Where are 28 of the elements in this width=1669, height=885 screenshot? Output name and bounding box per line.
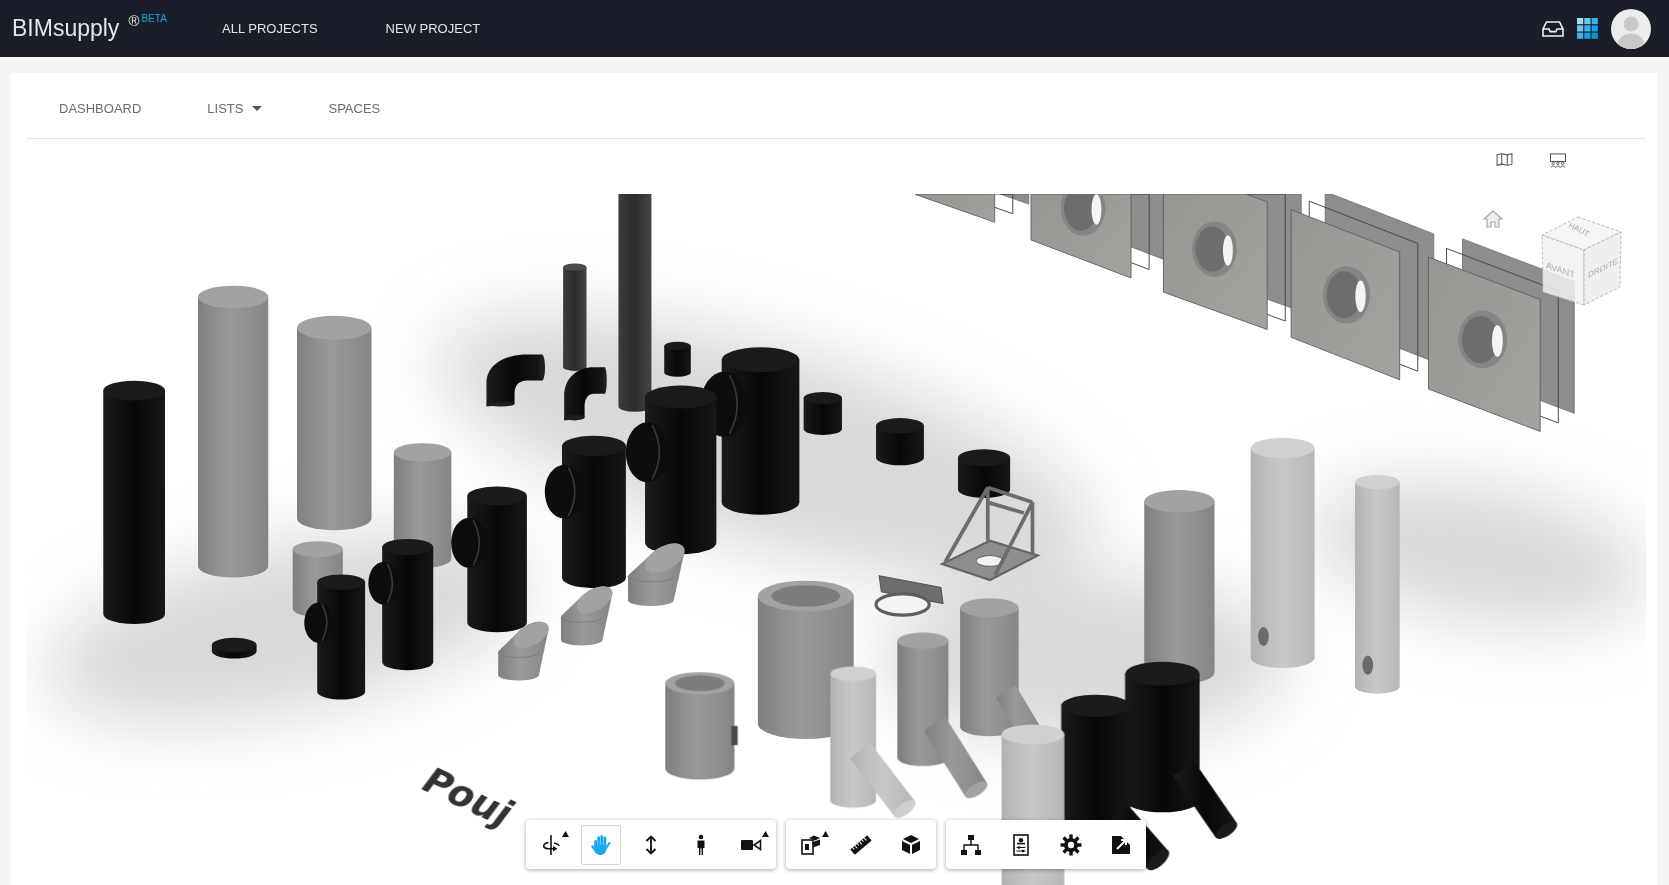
pan-button[interactable] <box>581 824 621 865</box>
cube-icon <box>899 832 923 857</box>
board-people-icon[interactable] <box>1549 153 1567 168</box>
user-avatar-icon[interactable] <box>1611 8 1651 49</box>
pipe-cap-model <box>803 391 842 436</box>
elbow-model <box>560 586 613 646</box>
pipe-cap-model <box>664 341 691 377</box>
tab[interactable]: SPACES <box>295 98 414 121</box>
hierarchy-icon <box>959 832 983 857</box>
inbox-icon[interactable] <box>1542 20 1564 37</box>
map-icon[interactable] <box>1496 153 1513 166</box>
apps-grid-icon[interactable] <box>1577 18 1598 39</box>
pipe-cap-model <box>876 418 924 466</box>
nav-link[interactable]: ALL PROJECTS <box>222 22 318 35</box>
elbow-model <box>497 621 549 681</box>
gear-icon <box>1059 832 1083 857</box>
elbow-model <box>627 543 685 606</box>
nav-link[interactable]: NEW PROJECT <box>385 22 481 35</box>
elbow-model <box>564 367 607 421</box>
brand-logo[interactable]: BIMsupply <box>12 17 120 40</box>
beta-label: BETA <box>141 14 167 24</box>
elbow-model <box>486 354 545 407</box>
hand-icon <box>589 832 613 857</box>
disc-model <box>211 637 257 659</box>
tab[interactable]: LISTS <box>174 98 296 121</box>
tab[interactable]: DASHBOARD <box>26 98 175 121</box>
model-text: Pouj <box>412 759 524 834</box>
registered-mark: ® <box>128 13 140 28</box>
